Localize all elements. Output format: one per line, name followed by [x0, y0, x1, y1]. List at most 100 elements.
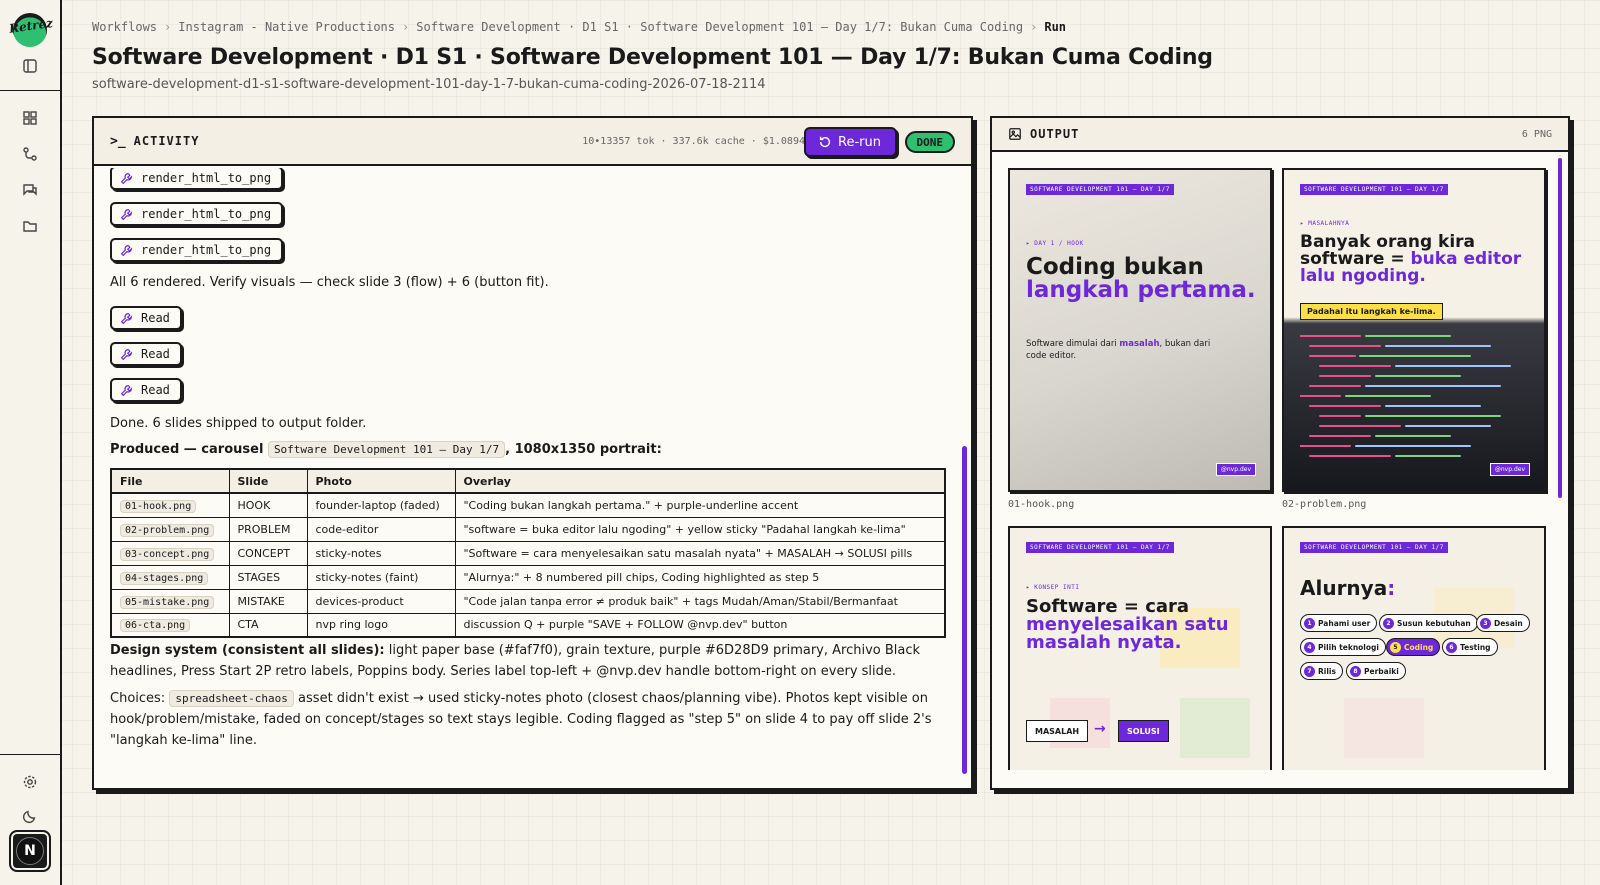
page-slug: software-development-d1-s1-software-deve… [92, 77, 766, 92]
series-tag: SOFTWARE DEVELOPMENT 101 — DAY 1/7 [1300, 184, 1448, 195]
overlay-desc: "Code jalan tanpa error ≠ produk baik" +… [454, 588, 946, 614]
slide-headline: Software = cara menyelesaikan satu masal… [1026, 598, 1258, 652]
chevron-right-icon: › [164, 20, 172, 34]
series-tag: SOFTWARE DEVELOPMENT 101 — DAY 1/7 [1026, 542, 1174, 553]
output-scrollbar[interactable] [1558, 158, 1562, 498]
tool-call-label: render_html_to_png [141, 171, 272, 185]
chip-label: Perbaiki [1364, 666, 1399, 676]
tool-call[interactable]: render_html_to_png [110, 168, 284, 190]
slide-headline: Alurnya: [1300, 578, 1532, 598]
slide-type: HOOK [228, 492, 308, 518]
photo-name: sticky-notes (faint) [306, 564, 456, 590]
photo-name: nvp ring logo [306, 612, 456, 638]
photo-name: devices-product [306, 588, 456, 614]
tool-call-label: render_html_to_png [141, 243, 272, 257]
chip-label: Coding [1404, 642, 1434, 652]
sticky-note: Padahal itu langkah ke-lima. [1300, 303, 1443, 320]
produced-prefix: Produced — carousel [110, 442, 264, 457]
avatar-initial: N [16, 837, 44, 865]
wrench-icon [120, 172, 133, 184]
refresh-icon [819, 136, 831, 148]
output-thumbnail[interactable]: SOFTWARE DEVELOPMENT 101 — DAY 1/7 ▸ KON… [1008, 526, 1272, 770]
chip-label: Desain [1494, 618, 1523, 628]
chip-label: Pilih teknologi [1318, 642, 1379, 652]
dashboard-icon[interactable] [20, 108, 40, 128]
wrench-icon [120, 312, 133, 324]
output-files-table: File Slide Photo Overlay 01-hook.png HOO… [110, 468, 946, 638]
app-logo[interactable]: Retrez [8, 13, 54, 47]
choices-label: Choices: [110, 691, 166, 706]
body-text: Software dimulai dari [1026, 339, 1120, 349]
tool-call-label: Read [141, 383, 170, 397]
body-accent: masalah [1119, 339, 1160, 349]
file-name: 05-mistake.png [120, 595, 215, 609]
read-tool-call[interactable]: Read [110, 378, 182, 402]
chat-icon[interactable] [20, 180, 40, 200]
table-row: 06-cta.png CTA nvp ring logo discussion … [110, 612, 946, 638]
read-tool-call[interactable]: Read [110, 306, 182, 330]
rail-divider-bottom [0, 754, 60, 755]
arrow-right-icon: → [1094, 721, 1106, 737]
breadcrumb-workflows[interactable]: Workflows [92, 20, 157, 34]
activity-title: ACTIVITY [133, 134, 200, 148]
gear-icon[interactable] [20, 772, 40, 792]
overlay-desc: discussion Q + purple "SAVE + FOLLOW @nv… [454, 612, 946, 638]
stage-chip: 4 Pilih teknologi [1300, 638, 1386, 656]
breadcrumb-workflow[interactable]: Software Development · D1 S1 · Software … [416, 20, 1023, 34]
tool-call[interactable]: render_html_to_png [110, 202, 284, 226]
file-name: 01-hook.png [120, 499, 197, 513]
output-count: 6 PNG [1521, 129, 1552, 140]
logo-text: Retrez [8, 15, 54, 36]
produced-code: Software Development 101 — Day 1/7 [267, 441, 506, 458]
wrench-icon [120, 208, 133, 220]
status-badge: DONE [904, 131, 955, 153]
tool-call-label: Read [141, 347, 170, 361]
tool-call[interactable]: render_html_to_png [110, 238, 284, 262]
table-header-row: File Slide Photo Overlay [110, 468, 946, 494]
wrench-icon [120, 244, 133, 256]
handle-badge: @nvp.dev [1215, 463, 1256, 476]
slide-type: CTA [228, 612, 308, 638]
produced-suffix: , 1080x1350 portrait: [505, 442, 662, 457]
chip-label: Rilis [1318, 666, 1336, 676]
workflow-icon[interactable] [20, 144, 40, 164]
activity-panel: >_ ACTIVITY 10•13357 tok · 337.6k cache … [92, 116, 973, 790]
activity-scrollbar[interactable] [962, 446, 967, 774]
stage-chip: 2 Susun kebutuhan [1379, 614, 1478, 632]
output-thumbnail[interactable]: SOFTWARE DEVELOPMENT 101 — DAY 1/7 Alurn… [1282, 526, 1546, 770]
output-thumbnail[interactable]: SOFTWARE DEVELOPMENT 101 — DAY 1/7 ▸ MAS… [1282, 168, 1546, 492]
table-row: 04-stages.png STAGES sticky-notes (faint… [110, 564, 946, 590]
choices-note: Choices: spreadsheet-chaos asset didn't … [110, 688, 940, 751]
stage-chip: 3 Desain [1476, 614, 1530, 632]
slide-kicker: ▸ MASALAHNYA [1300, 220, 1350, 227]
slide-headline: Coding bukan langkah pertama. [1026, 256, 1258, 302]
code-lines-graphic [1300, 335, 1511, 457]
column-header: Overlay [454, 468, 946, 494]
wrench-icon [120, 348, 133, 360]
rerun-button[interactable]: Re-run [804, 127, 897, 157]
read-tool-call[interactable]: Read [110, 342, 182, 366]
pill-solusi: SOLUSI [1118, 720, 1169, 742]
tool-call-label: render_html_to_png [141, 207, 272, 221]
output-thumbnail[interactable]: SOFTWARE DEVELOPMENT 101 — DAY 1/7 ▸ DAY… [1008, 168, 1272, 492]
sticky-bg [1180, 698, 1250, 758]
folder-icon[interactable] [20, 216, 40, 236]
design-system-note: Design system (consistent all slides): l… [110, 640, 940, 682]
moon-icon[interactable] [20, 806, 40, 826]
slide-kicker: ▸ DAY 1 / HOOK [1026, 240, 1084, 247]
breadcrumb: Workflows › Instagram - Native Productions… [92, 20, 1066, 34]
chip-label: Pahami user [1318, 618, 1371, 628]
thumbnail-caption: 01-hook.png [1008, 499, 1075, 510]
message-done: Done. 6 slides shipped to output folder. [110, 416, 367, 431]
breadcrumb-instagram[interactable]: Instagram - Native Productions [178, 20, 395, 34]
file-name: 03-concept.png [120, 547, 215, 561]
handle-badge: @nvp.dev [1489, 463, 1530, 476]
panel-toggle-icon[interactable] [20, 56, 40, 76]
slide-type: STAGES [228, 564, 308, 590]
avatar[interactable]: N [9, 830, 51, 872]
pill-masalah: MASALAH [1026, 720, 1089, 742]
headline-line: Alurnya [1300, 576, 1388, 600]
stage-chip: 7 Rilis [1300, 662, 1343, 680]
overlay-desc: "software = buka editor lalu ngoding" + … [454, 516, 946, 542]
stage-chip-highlighted: 5 Coding [1386, 638, 1441, 656]
